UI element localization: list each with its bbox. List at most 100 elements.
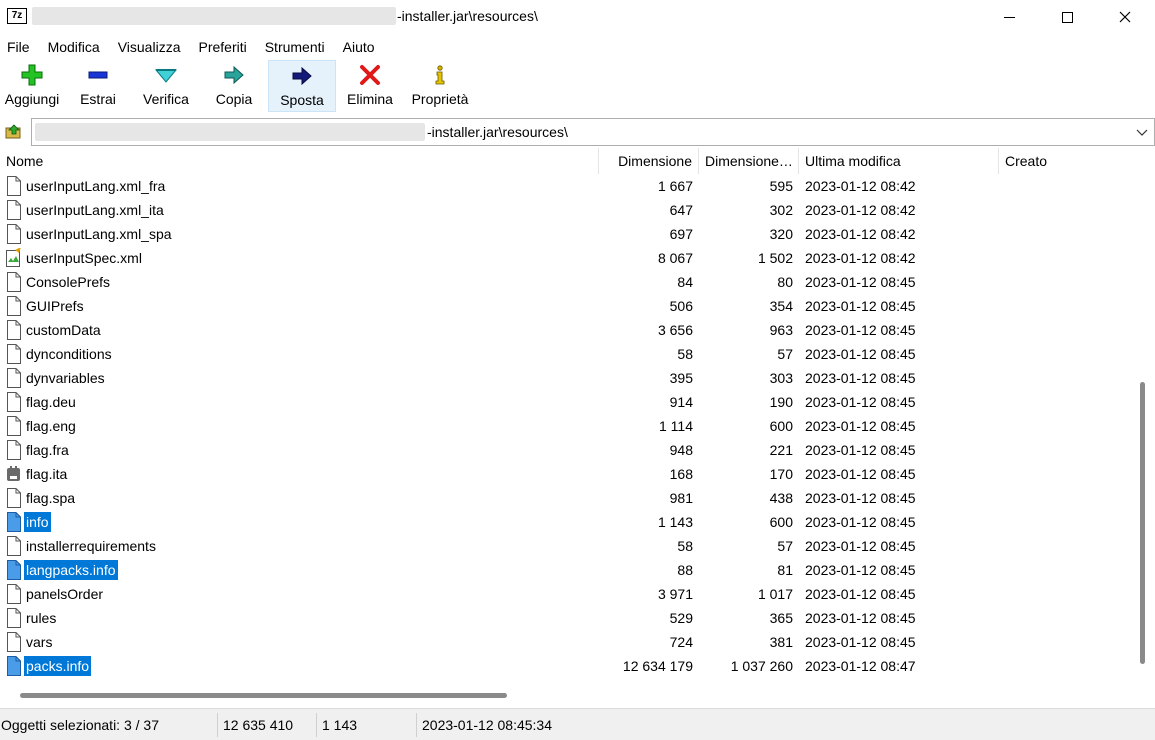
table-row[interactable]: flag.eng 1 114 600 2023-01-12 08:45 [0,414,1133,438]
table-row[interactable]: ConsolePrefs 84 80 2023-01-12 08:45 [0,270,1133,294]
delete-button[interactable]: Elimina [336,60,404,112]
file-icon [5,368,22,388]
table-row[interactable]: flag.spa 981 438 2023-01-12 08:45 [0,486,1133,510]
horizontal-scroll-thumb[interactable] [20,693,507,698]
table-row[interactable]: userInputLang.xml_ita 647 302 2023-01-12 08… [0,198,1133,222]
column-header-packed-size[interactable]: Dimensione… [699,148,799,174]
file-size: 1 143 [657,514,693,530]
table-row[interactable]: rules 529 365 2023-01-12 08:45 [0,606,1133,630]
file-size: 88 [677,562,693,578]
status-total-size: 12 635 410 [223,717,294,733]
file-name: rules [26,610,57,626]
table-row[interactable]: panelsOrder 3 971 1 017 2023-01-12 08:45 [0,582,1133,606]
test-button[interactable]: Verifica [132,60,200,112]
file-size: 724 [669,634,693,650]
close-button[interactable] [1096,0,1154,34]
column-header-size[interactable]: Dimensione [599,148,699,174]
table-row[interactable]: dynconditions 58 57 2023-01-12 08:45 [0,342,1133,366]
file-modified: 2023-01-12 08:45 [805,394,916,410]
extract-button[interactable]: Estrai [64,60,132,112]
menu-file[interactable]: File [7,36,30,58]
file-packed-size: 302 [769,202,793,218]
minimize-button[interactable] [980,0,1038,34]
table-row[interactable]: userInputLang.xml_fra 1 667 595 2023-01-12 … [0,174,1133,198]
file-name: userInputSpec.xml [26,250,142,266]
chevron-down-icon[interactable] [1134,123,1150,141]
table-row[interactable]: installerrequirements 58 57 2023-01-12 08:4… [0,534,1133,558]
file-icon [5,560,22,580]
file-name: installerrequirements [26,538,156,554]
file-icon [5,176,22,196]
properties-label: Proprietà [411,91,469,107]
file-icon [5,536,22,556]
properties-button[interactable]: Proprietà [404,60,476,112]
file-icon [5,200,22,220]
table-row[interactable]: info 1 143 600 2023-01-12 08:45 [0,510,1133,534]
minimize-icon [1003,16,1015,18]
table-row[interactable]: flag.deu 914 190 2023-01-12 08:45 [0,390,1133,414]
menu-strumenti[interactable]: Strumenti [265,36,325,58]
table-row[interactable]: packs.info 12 634 179 1 037 260 2023-01-12 … [0,654,1133,678]
copy-button[interactable]: Copia [200,60,268,112]
file-name: userInputLang.xml_fra [26,178,166,194]
table-row[interactable]: vars 724 381 2023-01-12 08:45 [0,630,1133,654]
file-modified: 2023-01-12 08:45 [805,538,916,554]
table-row[interactable]: customData 3 656 963 2023-01-12 08:45 [0,318,1133,342]
file-icon [5,224,22,244]
file-size: 914 [669,394,693,410]
extract-label: Estrai [80,91,116,107]
file-size: 58 [677,538,693,554]
file-size: 3 656 [657,322,693,338]
vertical-scrollbar[interactable] [1133,148,1155,686]
table-row[interactable]: langpacks.info 88 81 2023-01-12 08:45 [0,558,1133,582]
table-row[interactable]: flag.fra 948 221 2023-01-12 08:45 [0,438,1133,462]
table-row[interactable]: flag.ita 168 170 2023-01-12 08:45 [0,462,1133,486]
file-name: userInputLang.xml_ita [26,202,164,218]
file-packed-size: 365 [769,610,793,626]
file-name: ConsolePrefs [26,274,111,290]
file-packed-size: 80 [777,274,793,290]
file-modified: 2023-01-12 08:42 [805,226,916,242]
menu-preferiti[interactable]: Preferiti [198,36,246,58]
file-packed-size: 1 037 260 [730,658,793,674]
horizontal-scrollbar[interactable] [0,686,1133,706]
file-icon [5,488,22,508]
column-header-modified[interactable]: Ultima modifica [799,148,999,174]
file-name: customData [26,322,101,338]
add-button[interactable]: Aggiungi [0,60,64,112]
file-icon [5,320,22,340]
table-row[interactable]: userInputSpec.xml 8 067 1 502 2023-01-12 08… [0,246,1133,270]
column-header-created[interactable]: Creato [999,148,1133,174]
vertical-scroll-thumb[interactable] [1140,382,1145,664]
file-modified: 2023-01-12 08:45 [805,586,916,602]
file-name: vars [26,634,53,650]
status-bar: Oggetti selezionati: 3 / 37 12 635 410 1… [0,708,1155,740]
file-icon [5,512,22,532]
status-focused-size: 1 143 [322,717,358,733]
file-size: 948 [669,442,693,458]
file-size: 529 [669,610,693,626]
file-modified: 2023-01-12 08:47 [805,658,916,674]
file-modified: 2023-01-12 08:45 [805,562,916,578]
maximize-button[interactable] [1038,0,1096,34]
menu-modifica[interactable]: Modifica [48,36,100,58]
column-header-name[interactable]: Nome [0,148,599,174]
table-row[interactable]: dynvariables 395 303 2023-01-12 08:45 [0,366,1133,390]
menu-visualizza[interactable]: Visualizza [118,36,181,58]
move-label: Sposta [280,92,324,108]
file-size: 8 067 [657,250,693,266]
move-button[interactable]: Sposta [268,60,336,112]
file-icon [5,392,22,412]
table-row[interactable]: GUIPrefs 506 354 2023-01-12 08:45 [0,294,1133,318]
menu-aiuto[interactable]: Aiuto [343,36,375,58]
file-modified: 2023-01-12 08:45 [805,490,916,506]
file-modified: 2023-01-12 08:45 [805,346,916,362]
file-packed-size: 190 [769,394,793,410]
address-bar[interactable]: -installer.jar\resources\ [31,118,1155,146]
up-folder-button[interactable] [3,121,25,141]
file-size: 395 [669,370,693,386]
up-folder-icon [5,124,21,139]
file-size: 1 667 [657,178,693,194]
table-row[interactable]: userInputLang.xml_spa 697 320 2023-01-12 08… [0,222,1133,246]
file-name: flag.spa [26,490,76,506]
